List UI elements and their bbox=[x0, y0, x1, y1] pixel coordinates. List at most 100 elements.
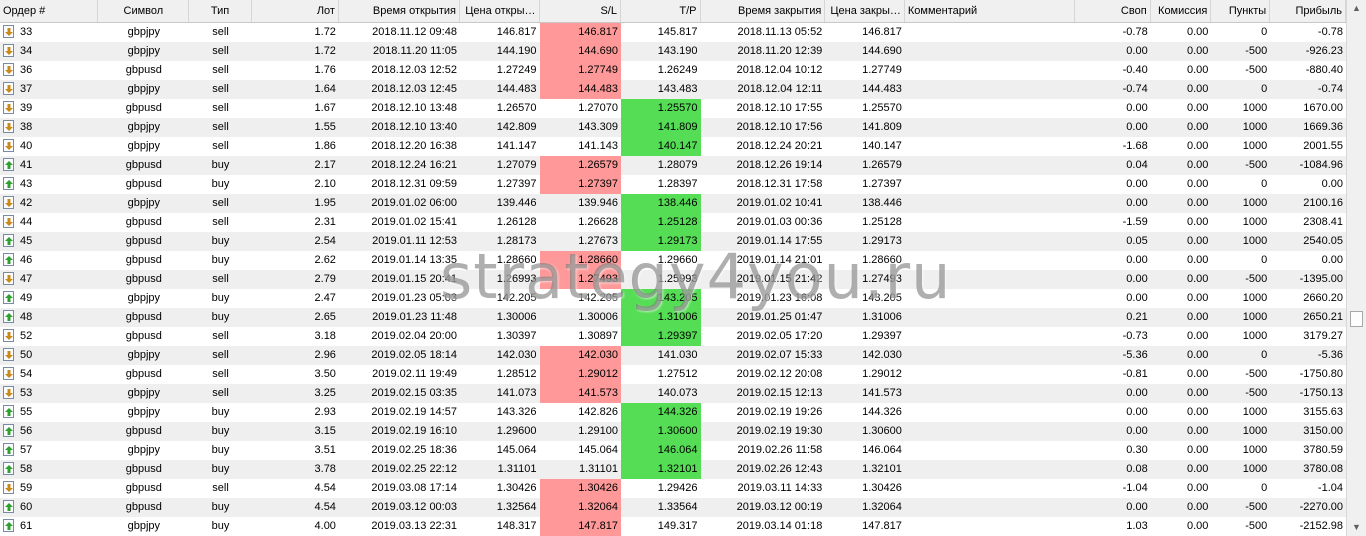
lot-cell: 1.67 bbox=[314, 102, 336, 114]
open-time-cell: 2019.03.12 00:03 bbox=[371, 501, 457, 513]
table-row[interactable]: 34 gbpjpy sell 1.72 2018.11.20 11:05 144.190 1… bbox=[0, 42, 1346, 61]
table-row[interactable]: 45 gbpusd buy 2.54 2019.01.11 12:53 1.28173 1.… bbox=[0, 232, 1346, 251]
profit-cell: -2152.98 bbox=[1299, 520, 1343, 532]
sell-order-icon bbox=[3, 119, 14, 133]
table-row[interactable]: 43 gbpusd buy 2.10 2018.12.31 09:59 1.27397 1.… bbox=[0, 175, 1346, 194]
sl-cell: 1.32064 bbox=[539, 498, 621, 517]
tp-cell: 1.25993 bbox=[657, 273, 698, 285]
table-row[interactable]: 39 gbpusd sell 1.67 2018.12.10 13:48 1.26570 1… bbox=[0, 99, 1346, 118]
table-row[interactable]: 46 gbpusd buy 2.62 2019.01.14 13:35 1.28660 1.… bbox=[0, 251, 1346, 270]
table-row[interactable]: 49 gbpjpy buy 2.47 2019.01.23 05:03 142.205 14… bbox=[0, 289, 1346, 308]
order-cell: 60 bbox=[0, 498, 98, 517]
order-cell: 39 bbox=[0, 99, 98, 118]
table-row[interactable]: 53 gbpjpy sell 3.25 2019.02.15 03:35 141.073 1… bbox=[0, 384, 1346, 403]
table-row[interactable]: 59 gbpusd sell 4.54 2019.03.08 17:14 1.30426 1… bbox=[0, 479, 1346, 498]
header-col-close-price[interactable]: Цена закры… bbox=[825, 0, 905, 22]
sl-cell: 1.27749 bbox=[539, 61, 621, 80]
header-col-commission[interactable]: Комиссия bbox=[1151, 0, 1212, 22]
header-col-comment[interactable]: Комментарий bbox=[905, 0, 1075, 22]
table-row[interactable]: 61 gbpjpy buy 4.00 2019.03.13 22:31 148.317 14… bbox=[0, 517, 1346, 536]
open-price-cell: 142.030 bbox=[496, 349, 537, 361]
table-row[interactable]: 58 gbpusd buy 3.78 2019.02.25 22:12 1.31101 1.… bbox=[0, 460, 1346, 479]
order-cell: 49 bbox=[0, 289, 98, 308]
comment-cell bbox=[905, 175, 1075, 194]
swap-cell: -5.36 bbox=[1122, 349, 1148, 361]
buy-order-icon bbox=[3, 233, 14, 247]
header-col-close-time[interactable]: Время закрытия bbox=[701, 0, 826, 22]
table-row[interactable]: 57 gbpjpy buy 3.51 2019.02.25 18:36 145.064 14… bbox=[0, 441, 1346, 460]
sl-cell: 145.064 bbox=[578, 444, 618, 456]
header-col-open-price[interactable]: Цена откры… bbox=[460, 0, 540, 22]
table-row[interactable]: 37 gbpjpy sell 1.64 2018.12.03 12:45 144.483 1… bbox=[0, 80, 1346, 99]
header-col-order[interactable]: Ордер # bbox=[0, 0, 99, 22]
close-price-cell: 1.29397 bbox=[862, 330, 902, 342]
symbol-cell: gbpusd bbox=[125, 216, 162, 228]
points-cell: -500 bbox=[1245, 387, 1268, 399]
table-row[interactable]: 40 gbpjpy sell 1.86 2018.12.20 16:38 141.147 1… bbox=[0, 137, 1346, 156]
type-cell: buy bbox=[211, 235, 230, 247]
commission-cell: 0.00 bbox=[1186, 26, 1209, 38]
open-price-cell: 1.26993 bbox=[496, 273, 537, 285]
table-row[interactable]: 56 gbpusd buy 3.15 2019.02.19 16:10 1.29600 1.… bbox=[0, 422, 1346, 441]
buy-order-icon bbox=[3, 252, 14, 266]
commission-cell: 0.00 bbox=[1186, 463, 1209, 475]
open-time-cell: 2019.01.23 05:03 bbox=[371, 292, 457, 304]
header-col-points[interactable]: Пункты bbox=[1211, 0, 1271, 22]
symbol-cell: gbpusd bbox=[125, 463, 162, 475]
symbol-cell: gbpjpy bbox=[127, 197, 161, 209]
type-cell: sell bbox=[212, 216, 229, 228]
table-row[interactable]: 44 gbpusd sell 2.31 2019.01.02 15:41 1.26128 1… bbox=[0, 213, 1346, 232]
symbol-cell: gbpjpy bbox=[127, 26, 161, 38]
sell-order-icon bbox=[3, 24, 14, 38]
profit-cell: 3150.00 bbox=[1303, 425, 1343, 437]
table-row[interactable]: 52 gbpusd sell 3.18 2019.02.04 20:00 1.30397 1… bbox=[0, 327, 1346, 346]
scroll-thumb[interactable] bbox=[1350, 311, 1363, 327]
order-number: 50 bbox=[20, 349, 33, 361]
close-price-cell: 1.30600 bbox=[862, 425, 902, 437]
table-row[interactable]: 47 gbpusd sell 2.79 2019.01.15 20:41 1.26993 1… bbox=[0, 270, 1346, 289]
close-price-cell: 141.573 bbox=[862, 387, 902, 399]
header-col-type[interactable]: Тип bbox=[189, 0, 252, 22]
header-col-tp[interactable]: T/P bbox=[621, 0, 701, 22]
header-col-open-time[interactable]: Время открытия bbox=[339, 0, 460, 22]
symbol-cell: gbpjpy bbox=[127, 292, 161, 304]
order-cell: 44 bbox=[0, 213, 98, 232]
table-row[interactable]: 50 gbpjpy sell 2.96 2019.02.05 18:14 142.030 1… bbox=[0, 346, 1346, 365]
tp-cell: 1.29426 bbox=[657, 482, 698, 494]
header-col-swap[interactable]: Своп bbox=[1075, 0, 1151, 22]
table-row[interactable]: 55 gbpjpy buy 2.93 2019.02.19 14:57 143.326 14… bbox=[0, 403, 1346, 422]
table-row[interactable]: 41 gbpusd buy 2.17 2018.12.24 16:21 1.27079 1.… bbox=[0, 156, 1346, 175]
close-time-cell: 2018.12.10 17:56 bbox=[736, 121, 823, 133]
table-row[interactable]: 60 gbpusd buy 4.54 2019.03.12 00:03 1.32564 1.… bbox=[0, 498, 1346, 517]
header-col-lot[interactable]: Лот bbox=[252, 0, 339, 22]
points-cell: 1000 bbox=[1242, 102, 1268, 114]
close-time-cell: 2019.01.15 21:42 bbox=[736, 273, 823, 285]
open-price-cell: 1.30426 bbox=[496, 482, 537, 494]
header-col-symbol[interactable]: Символ bbox=[98, 0, 190, 22]
tp-cell: 1.25128 bbox=[620, 213, 701, 232]
symbol-cell: gbpusd bbox=[125, 254, 162, 266]
table-row[interactable]: 48 gbpusd buy 2.65 2019.01.23 11:48 1.30006 1.… bbox=[0, 308, 1346, 327]
profit-cell: 2001.55 bbox=[1303, 140, 1343, 152]
header-col-profit[interactable]: Прибыль bbox=[1270, 0, 1346, 22]
table-row[interactable]: 42 gbpjpy sell 1.95 2019.01.02 06:00 139.446 1… bbox=[0, 194, 1346, 213]
order-number: 43 bbox=[20, 178, 33, 190]
table-row[interactable]: 54 gbpusd sell 3.50 2019.02.11 19:49 1.28512 1… bbox=[0, 365, 1346, 384]
vertical-scrollbar[interactable]: ▲ ▼ bbox=[1346, 0, 1366, 536]
table-row[interactable]: 38 gbpjpy sell 1.55 2018.12.10 13:40 142.809 1… bbox=[0, 118, 1346, 137]
scroll-up-icon[interactable]: ▲ bbox=[1347, 0, 1366, 17]
comment-cell bbox=[905, 498, 1075, 517]
points-cell: 1000 bbox=[1242, 425, 1268, 437]
symbol-cell: gbpusd bbox=[125, 159, 162, 171]
table-row[interactable]: 33 gbpjpy sell 1.72 2018.11.12 09:48 146.817 1… bbox=[0, 23, 1346, 42]
scroll-down-icon[interactable]: ▼ bbox=[1347, 519, 1366, 536]
open-price-cell: 1.26570 bbox=[496, 102, 537, 114]
header-col-sl[interactable]: S/L bbox=[540, 0, 621, 22]
swap-cell: -0.81 bbox=[1122, 368, 1148, 380]
tp-cell: 1.29173 bbox=[620, 232, 701, 251]
sell-order-icon bbox=[3, 43, 14, 57]
order-number: 45 bbox=[20, 235, 33, 247]
close-time-cell: 2019.02.12 20:08 bbox=[736, 368, 823, 380]
table-row[interactable]: 36 gbpusd sell 1.76 2018.12.03 12:52 1.27249 1… bbox=[0, 61, 1346, 80]
tp-cell: 1.25570 bbox=[620, 99, 701, 118]
